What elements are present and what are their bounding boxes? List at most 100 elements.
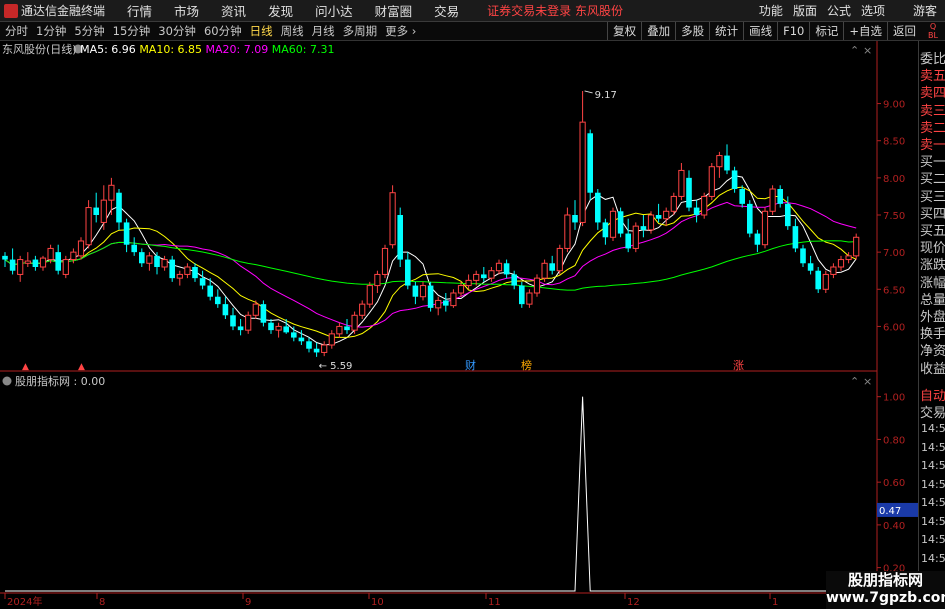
trade-login-warning[interactable]: 证券交易未登录 东风股份: [487, 2, 623, 19]
candle-body: [693, 207, 700, 215]
candle-body: [283, 326, 289, 333]
sidebar-quote-item: 卖五: [920, 69, 945, 85]
date-label: 2024年: [7, 595, 42, 608]
candle-body: [815, 270, 821, 290]
candle-body: [412, 285, 419, 297]
sidebar-quote-item: 现价: [920, 241, 945, 257]
sidebar-time-item: 14:56: [921, 459, 945, 472]
menu-caifuquan[interactable]: 财富圈: [375, 1, 413, 20]
sidebar-trade-item[interactable]: 交易: [920, 402, 945, 421]
fuquan-button[interactable]: 复权: [607, 22, 641, 40]
indicator-close-icon: ×: [863, 375, 872, 388]
candle-body: [215, 296, 221, 305]
duogu-button[interactable]: 多股: [675, 22, 709, 40]
chevron-right-icon: ›: [411, 24, 417, 38]
candle-body: [268, 322, 274, 331]
candle-body: [336, 325, 343, 335]
sidebar-quote-item: 卖四: [920, 86, 945, 102]
guest-label[interactable]: 游客: [913, 2, 937, 19]
menu-wenxiaoda[interactable]: 问小达: [315, 1, 353, 20]
candle-body: [351, 314, 358, 331]
period-toolbar: 分时 1分钟 5分钟 15分钟 30分钟 60分钟 日线 周线 月线 多周期 更…: [0, 22, 945, 49]
candle-body: [230, 315, 236, 327]
candle-body: [754, 233, 761, 245]
candle-body: [344, 326, 350, 331]
candle-body: [465, 279, 472, 287]
candle-body: [435, 299, 442, 309]
back-button[interactable]: 返回: [887, 22, 921, 40]
period-60min[interactable]: 60分钟: [204, 23, 242, 39]
period-multi[interactable]: 多周期: [343, 23, 378, 39]
tongji-button[interactable]: 统计: [709, 22, 743, 40]
period-weekly[interactable]: 周线: [281, 23, 304, 39]
candle-body: [625, 233, 631, 249]
period-5min[interactable]: 5分钟: [74, 23, 104, 39]
event-marker-icon: ▲: [78, 362, 85, 372]
menu-gongshi[interactable]: 公式: [827, 2, 851, 19]
candle-body: [139, 252, 145, 264]
candle-body: [116, 192, 122, 223]
candle-body: [541, 262, 548, 279]
sidebar-time-item: 14:56: [921, 422, 945, 435]
menu-xuanxiang[interactable]: 选项: [861, 2, 885, 19]
sidebar-quote-item: 换手: [920, 327, 945, 343]
app-logo-icon: [4, 3, 18, 18]
price-tick-label: 9.00: [883, 100, 905, 111]
low-label: ← 5.59: [319, 361, 353, 372]
indicator-line: [5, 396, 857, 592]
candle-body: [55, 252, 61, 271]
candle-body: [389, 192, 396, 246]
menu-shichang[interactable]: 市场: [174, 1, 199, 20]
high-pointer: [584, 90, 593, 94]
diejia-button[interactable]: 叠加: [641, 22, 675, 40]
f10-button[interactable]: F10: [777, 22, 809, 40]
indicator-tick-label: 1.00: [883, 393, 905, 404]
sidebar-quote-item: 外盘: [920, 310, 945, 325]
menu-hangqing[interactable]: 行情: [127, 1, 152, 20]
sidebar-quote-item: 涨幅: [920, 275, 945, 291]
menu-faxian[interactable]: 发现: [268, 1, 293, 20]
period-daily[interactable]: 日线: [250, 23, 273, 39]
period-15min[interactable]: 15分钟: [113, 23, 151, 39]
period-monthly[interactable]: 月线: [312, 23, 335, 39]
candle-body: [609, 210, 617, 238]
sidebar-quote-item: 净资: [920, 344, 945, 360]
period-1min[interactable]: 1分钟: [36, 23, 66, 39]
sidebar-time-item: 14:56: [921, 496, 945, 509]
date-label: 12: [627, 597, 640, 608]
candle-body: [9, 259, 16, 271]
candle-body: [785, 203, 791, 227]
kline-name: 东风股份(日线): [2, 42, 80, 56]
menu-banmian[interactable]: 版面: [793, 2, 817, 19]
period-more[interactable]: 更多 ›: [385, 23, 416, 39]
candle-body: [207, 285, 213, 297]
period-fenshi[interactable]: 分时: [5, 23, 28, 39]
candle-body: [77, 240, 85, 257]
candle-body: [39, 257, 47, 268]
high-label: 9.17: [595, 90, 617, 101]
candle-body: [511, 274, 517, 286]
menu-jiaoyi[interactable]: 交易: [434, 1, 459, 20]
huaxian-button[interactable]: 画线: [743, 22, 777, 40]
candle-body: [701, 195, 708, 216]
watermark-title: 股朋指标网: [847, 571, 923, 589]
candle-body: [724, 155, 730, 171]
price-tick-label: 6.00: [883, 322, 905, 333]
candle-body: [93, 207, 99, 215]
candle-body: [123, 222, 130, 245]
candle-body: [291, 332, 297, 338]
candle-body: [450, 292, 457, 307]
ma60-label: MA60: 7.31: [272, 43, 335, 56]
candle-body: [108, 184, 115, 201]
candle-body: [306, 341, 312, 349]
candle-body: [100, 199, 107, 223]
period-30min[interactable]: 30分钟: [158, 23, 196, 39]
kline-chart[interactable]: 9.00 8.50 8.00 7.50 7.00 6.50 6.00 9.17 ← 5.59 ▲ ▲…: [0, 41, 918, 609]
menu-zixun[interactable]: 资讯: [221, 1, 246, 20]
add-watchlist-button[interactable]: +自选: [843, 22, 887, 40]
sidebar-quote-item: 买四: [920, 206, 945, 222]
candle-body: [533, 277, 541, 294]
candle-body: [85, 207, 92, 246]
menu-gongneng[interactable]: 功能: [759, 2, 783, 19]
biaoji-button[interactable]: 标记: [809, 22, 843, 40]
